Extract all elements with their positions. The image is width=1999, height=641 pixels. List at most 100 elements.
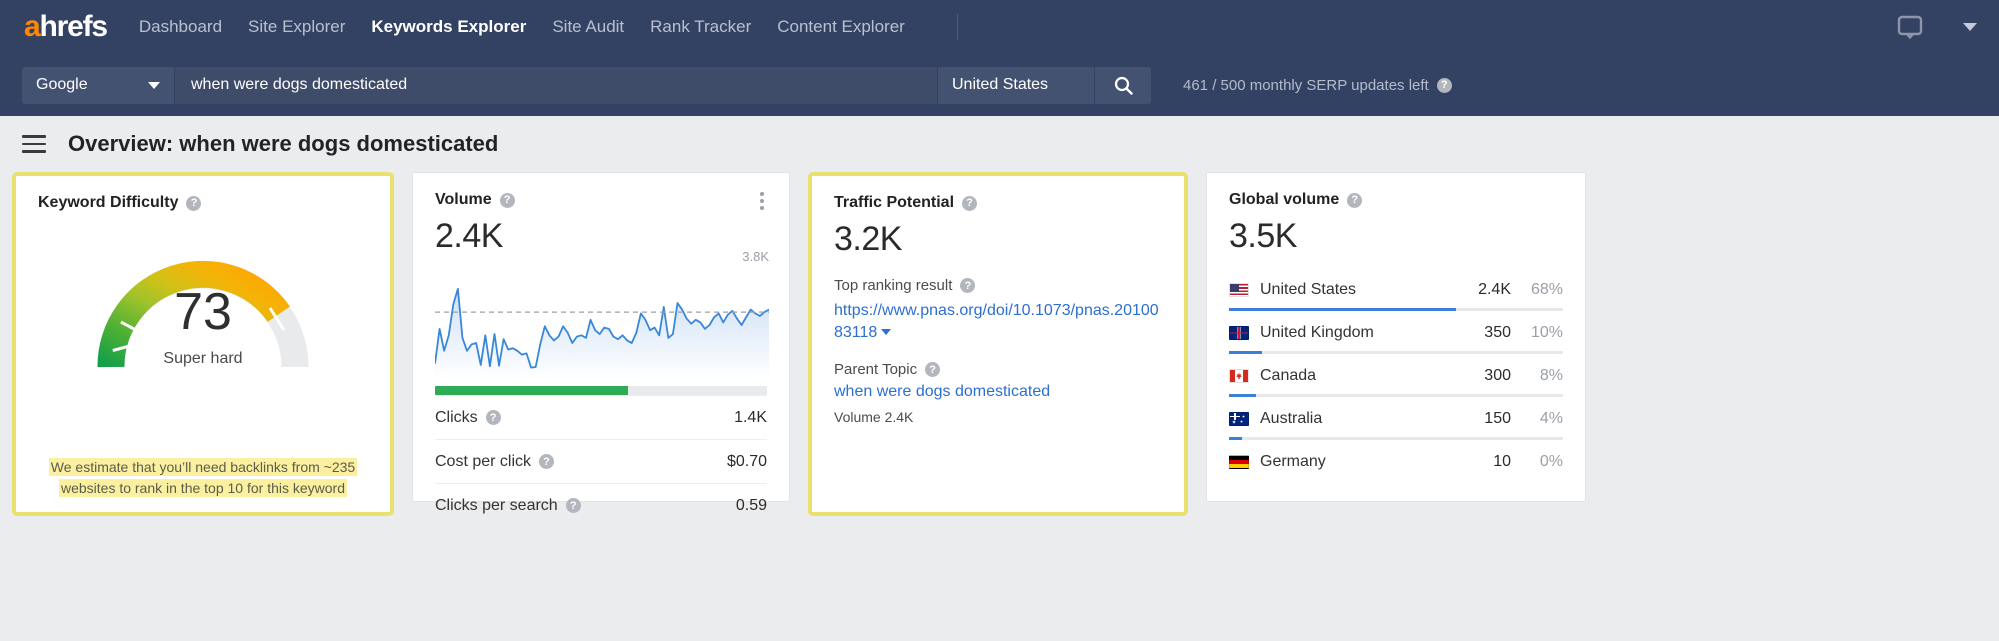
help-icon[interactable]: ? [1436, 77, 1452, 93]
help-icon[interactable]: ? [485, 410, 501, 425]
country-percent: 68% [1530, 281, 1563, 298]
parent-topic-volume: Volume 2.4K [834, 409, 914, 426]
top-ranking-result-label: Top ranking result [834, 277, 953, 294]
keyword-difficulty-note-line1: We estimate that you’ll need backlinks f… [48, 458, 358, 477]
search-bar: Google United States 461 / 500 monthly S… [0, 54, 1999, 116]
help-icon[interactable]: ? [960, 278, 976, 293]
keyword-search-input[interactable] [175, 66, 937, 104]
nav-divider [956, 14, 958, 40]
nav-links: Dashboard Site Explorer Keywords Explore… [139, 14, 958, 40]
search-icon [1114, 76, 1133, 95]
country-percent: 4% [1539, 410, 1563, 427]
nav-item-content-explorer[interactable]: Content Explorer [777, 17, 905, 37]
top-ranking-result-label-row: Top ranking result ? [834, 277, 1162, 294]
volume-chart-max-label: 3.8K [742, 249, 769, 264]
keyword-difficulty-card: Keyword Difficulty ? 73 Super hard We es… [12, 172, 394, 516]
cost-per-click-label: Cost per click [435, 452, 532, 470]
traffic-potential-card: Traffic Potential ? 3.2K Top ranking res… [808, 172, 1188, 516]
hamburger-menu-icon[interactable] [22, 130, 46, 158]
help-icon[interactable]: ? [499, 192, 515, 208]
country-percent: 8% [1539, 367, 1563, 384]
keyword-difficulty-gauge: 73 Super hard [38, 230, 368, 380]
chevron-down-icon [148, 81, 160, 89]
country-name: United States [1260, 281, 1357, 298]
top-navigation-bar: ahrefs Dashboard Site Explorer Keywords … [0, 0, 1999, 54]
volume-card: Volume ? 2.4K 3.8K Clicks ? 1.4K Cost pe… [412, 172, 790, 514]
country-percent: 0% [1539, 453, 1563, 470]
flag-icon-us [1229, 283, 1249, 297]
country-volume: 300 [1484, 367, 1511, 384]
top-ranking-result-link[interactable]: https://www.pnas.org/doi/10.1073/pnas.20… [834, 300, 1162, 343]
search-engine-label: Google [36, 76, 88, 93]
help-icon[interactable]: ? [186, 195, 202, 211]
parent-topic-link[interactable]: when were dogs domesticated [834, 383, 1162, 401]
clicks-value: 1.4K [734, 408, 767, 426]
global-volume-value: 3.5K [1229, 217, 1297, 255]
nav-item-dashboard[interactable]: Dashboard [139, 17, 222, 37]
flag-icon-de [1229, 455, 1249, 469]
traffic-potential-value: 3.2K [834, 220, 902, 258]
clicks-label: Clicks [435, 408, 478, 426]
account-chevron-down-icon[interactable] [1963, 23, 1977, 31]
help-icon[interactable]: ? [962, 195, 978, 211]
serp-updates-text: 461 / 500 monthly SERP updates left [1183, 76, 1429, 94]
search-button[interactable] [1095, 66, 1151, 104]
parent-topic-label: Parent Topic [834, 361, 918, 379]
chat-bubble-icon[interactable] [1897, 15, 1923, 39]
traffic-potential-title: Traffic Potential ? [834, 194, 1162, 212]
volume-sparkline-chart [434, 270, 770, 380]
page-title-bar: Overview: when were dogs domesticated [0, 116, 1999, 172]
keyword-difficulty-rating: Super hard [163, 350, 243, 367]
country-percent: 10% [1530, 324, 1563, 341]
global-volume-card: Global volume ? 3.5K United States 2.4K … [1206, 172, 1586, 502]
keyword-difficulty-title: Keyword Difficulty ? [38, 194, 368, 212]
clicks-per-search-value: 0.59 [735, 496, 767, 514]
help-icon[interactable]: ? [565, 498, 581, 513]
metric-row-clicks: Clicks ? 1.4K [435, 395, 767, 439]
nav-item-site-explorer[interactable]: Site Explorer [248, 17, 345, 37]
volume-value: 2.4K [435, 217, 503, 255]
flag-icon-ca [1229, 369, 1249, 383]
top-nav-right-group [1897, 0, 1977, 54]
country-name: United Kingdom [1260, 324, 1374, 341]
cost-per-click-value: $0.70 [726, 452, 767, 470]
volume-progress-fill [435, 386, 628, 395]
flag-icon-uk [1229, 326, 1249, 340]
help-icon[interactable]: ? [539, 454, 555, 469]
traffic-potential-label: Traffic Potential [834, 194, 955, 211]
nav-item-rank-tracker[interactable]: Rank Tracker [650, 17, 751, 37]
kebab-menu-icon[interactable] [753, 191, 771, 211]
country-row-united-kingdom[interactable]: United Kingdom 350 10% [1229, 311, 1563, 354]
keyword-difficulty-value: 73 [174, 283, 232, 341]
keyword-difficulty-note: We estimate that you’ll need backlinks f… [38, 457, 368, 498]
logo-text: hrefs [39, 10, 109, 43]
volume-progress-bar [435, 386, 767, 395]
country-volume: 10 [1493, 453, 1511, 470]
volume-label: Volume [435, 191, 492, 208]
country-breakdown-list: United States 2.4K 68% United Kingdom 35… [1229, 270, 1563, 471]
ahrefs-logo[interactable]: ahrefs [24, 10, 109, 43]
country-volume: 350 [1484, 324, 1511, 341]
nav-item-keywords-explorer[interactable]: Keywords Explorer [371, 17, 526, 37]
page-title: Overview: when were dogs domesticated [68, 131, 499, 156]
country-name: Canada [1260, 367, 1317, 384]
nav-item-site-audit[interactable]: Site Audit [552, 17, 624, 37]
logo-letter-a: a [24, 10, 41, 43]
metric-row-clicks-per-search: Clicks per search ? 0.59 [435, 483, 767, 527]
help-icon[interactable]: ? [925, 362, 941, 378]
volume-title: Volume ? [435, 191, 767, 209]
country-row-united-states[interactable]: United States 2.4K 68% [1229, 270, 1563, 311]
search-engine-select[interactable]: Google [22, 66, 174, 104]
volume-chart-svg [434, 287, 770, 380]
country-volume: 2.4K [1478, 281, 1511, 298]
chevron-down-icon[interactable] [881, 329, 892, 336]
country-row-canada[interactable]: Canada 300 8% [1229, 354, 1563, 397]
help-icon[interactable]: ? [1347, 192, 1363, 208]
global-volume-label: Global volume [1229, 191, 1340, 208]
country-row-australia[interactable]: Australia 150 4% [1229, 397, 1563, 440]
country-row-germany[interactable]: Germany 10 0% [1229, 440, 1563, 471]
metric-row-cost-per-click: Cost per click ? $0.70 [435, 439, 767, 483]
country-select[interactable]: United States [938, 66, 1094, 104]
global-volume-title: Global volume ? [1229, 191, 1563, 209]
serp-updates-note: 461 / 500 monthly SERP updates left ? [1183, 77, 1452, 94]
